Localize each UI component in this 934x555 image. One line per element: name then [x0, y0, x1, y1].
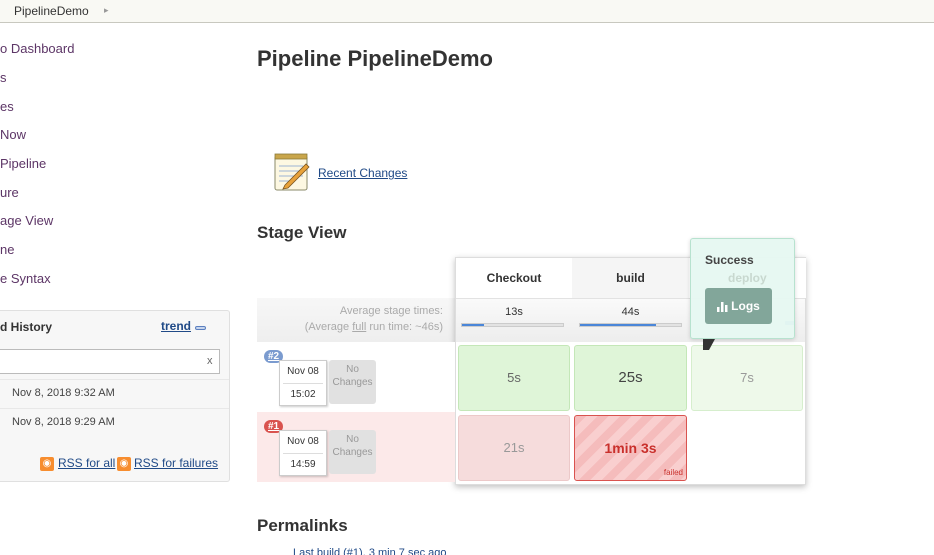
chevron-right-icon[interactable]: ▸ [104, 5, 109, 16]
breadcrumb-item-pipelinedemo[interactable]: PipelineDemo [14, 4, 89, 18]
permalink-last-build[interactable]: Last build (#1), 3 min 7 sec ago [293, 547, 446, 555]
rss-failures-link[interactable]: RSS for failures [134, 456, 218, 470]
permalinks-title: Permalinks [257, 516, 348, 535]
build-history-search-input[interactable] [0, 349, 220, 374]
run-row: #1 Nov 08 14:59 No Changes [257, 412, 455, 482]
stage-avg-bar-fill [580, 324, 656, 326]
sidebar-item-status[interactable]: s [0, 70, 7, 85]
build-history-row[interactable]: Nov 8, 2018 9:29 AM [0, 408, 229, 437]
stage-cell-duration: 1min 3s [604, 440, 657, 456]
logs-label: Logs [731, 299, 760, 313]
run-date: Nov 08 [287, 436, 319, 447]
avg-stage-times-label: Average stage times: [339, 305, 443, 317]
avg-run-time-label: (Average full run time: ~46s) [304, 321, 443, 333]
stage-avg-bar-fill [462, 324, 485, 326]
logs-button[interactable]: Logs [705, 288, 772, 324]
build-history-title: d History [0, 320, 53, 334]
recent-changes-link[interactable]: Recent Changes [318, 166, 407, 180]
sidebar-item-configure[interactable]: ure [0, 185, 19, 200]
stage-avg-bar [461, 323, 564, 327]
rss-icon[interactable]: ◉ [40, 457, 54, 471]
rss-all-link[interactable]: RSS for all [58, 456, 115, 470]
trend-link[interactable]: trend [161, 319, 191, 333]
popover-stage-name: deploy [728, 271, 767, 285]
stage-avg-time: 13s [505, 306, 523, 318]
sidebar-item-back-to-dashboard[interactable]: o Dashboard [0, 41, 74, 56]
run-row: #2 Nov 08 15:02 No Changes [257, 342, 455, 412]
sidebar-item-changes[interactable]: es [0, 99, 14, 114]
stage-avg-build: 44s [572, 298, 689, 342]
run-date: Nov 08 [287, 366, 319, 377]
run-date-card: Nov 08 14:59 [279, 430, 327, 476]
no-changes-badge: No Changes [329, 360, 376, 404]
run-time: 14:59 [290, 459, 316, 470]
stage-cell-success[interactable]: 7s [691, 345, 803, 411]
sidebar-item-rename[interactable]: ne [0, 242, 14, 257]
clear-icon[interactable]: x [207, 355, 213, 367]
notepad-icon [274, 153, 310, 191]
build-history-row[interactable]: Nov 8, 2018 9:32 AM [0, 379, 229, 408]
trend-icon[interactable] [195, 326, 206, 330]
stage-cell-failed[interactable]: 1min 3s failed [574, 415, 687, 481]
page-title: Pipeline PipelineDemo [257, 46, 493, 71]
run-date-card: Nov 08 15:02 [279, 360, 327, 406]
rss-icon[interactable]: ◉ [117, 457, 131, 471]
stage-avg-checkout: 13s [456, 298, 572, 342]
build-date[interactable]: Nov 8, 2018 9:29 AM [12, 416, 115, 428]
stage-header-build[interactable]: build [572, 258, 689, 298]
run-time: 15:02 [290, 389, 316, 400]
stage-cell-failed-run[interactable]: 21s [458, 415, 570, 481]
build-date[interactable]: Nov 8, 2018 9:32 AM [12, 387, 115, 399]
stage-avg-time: 44s [621, 306, 640, 318]
sidebar-item-pipeline-syntax[interactable]: e Syntax [0, 271, 51, 286]
sidebar-item-build-now[interactable]: Now [0, 127, 26, 142]
no-changes-badge: No Changes [329, 430, 376, 474]
popover-status: Success [705, 253, 754, 267]
popover-pointer [703, 339, 715, 350]
stage-view-title: Stage View [257, 223, 347, 242]
failed-label: failed [663, 468, 683, 477]
sidebar-item-full-stage-view[interactable]: age View [0, 213, 53, 228]
bar-chart-icon [717, 302, 728, 313]
stage-header-checkout[interactable]: Checkout [456, 258, 572, 298]
stage-popover: Success deploy Logs [690, 238, 795, 339]
stage-avg-bar [579, 323, 682, 327]
stage-cell-success[interactable]: 5s [458, 345, 570, 411]
stage-cell-success[interactable]: 25s [574, 345, 687, 411]
sidebar-item-delete-pipeline[interactable]: Pipeline [0, 156, 46, 171]
breadcrumb: PipelineDemo ▸ [0, 0, 934, 23]
